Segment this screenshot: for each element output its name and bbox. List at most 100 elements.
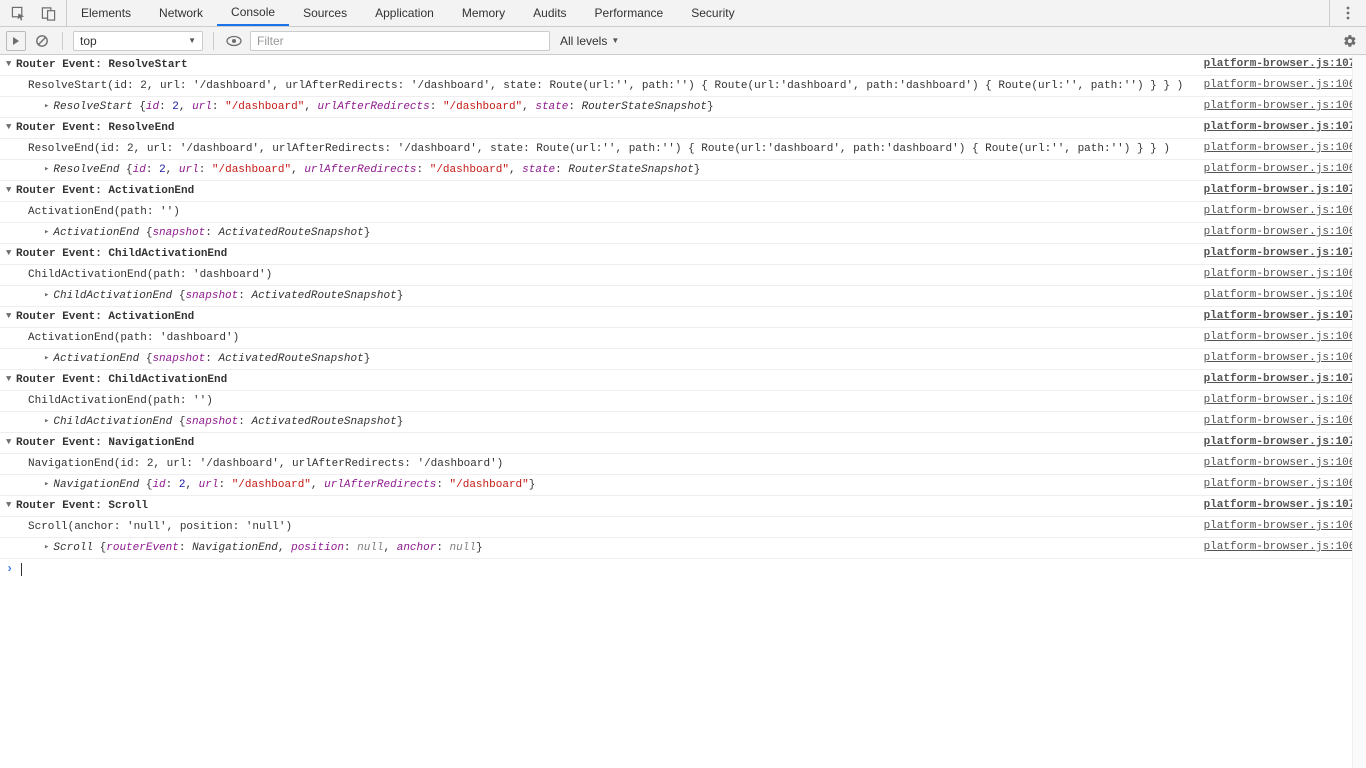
expand-caret-icon[interactable]: ▼: [6, 372, 16, 384]
tab-application[interactable]: Application: [361, 0, 448, 26]
source-link[interactable]: platform-browser.js:1066: [1196, 519, 1362, 532]
console-group-header[interactable]: ▼Router Event: Scrollplatform-browser.js…: [0, 496, 1366, 517]
expand-caret-icon[interactable]: ▼: [6, 498, 16, 510]
source-link[interactable]: platform-browser.js:1066: [1196, 162, 1362, 175]
log-text: ResolveEnd(id: 2, url: '/dashboard', url…: [6, 141, 1196, 157]
source-link[interactable]: platform-browser.js:1066: [1196, 393, 1362, 406]
log-object[interactable]: ActivationEnd {snapshot: ActivatedRouteS…: [6, 225, 1196, 241]
log-text: Scroll(anchor: 'null', position: 'null'): [6, 519, 1196, 535]
tab-security[interactable]: Security: [677, 0, 748, 26]
tab-console[interactable]: Console: [217, 0, 289, 26]
group-title: Router Event: NavigationEnd: [16, 435, 1196, 451]
source-link[interactable]: platform-browser.js:1066: [1196, 351, 1362, 364]
log-object[interactable]: ResolveStart {id: 2, url: "/dashboard", …: [6, 99, 1196, 115]
console-prompt[interactable]: ›: [0, 559, 1366, 579]
log-object[interactable]: ChildActivationEnd {snapshot: ActivatedR…: [6, 414, 1196, 430]
source-link[interactable]: platform-browser.js:1075: [1196, 183, 1362, 196]
console-message: ResolveStart {id: 2, url: "/dashboard", …: [0, 97, 1366, 118]
log-object[interactable]: NavigationEnd {id: 2, url: "/dashboard",…: [6, 477, 1196, 493]
source-link[interactable]: platform-browser.js:1075: [1196, 246, 1362, 259]
console-group-header[interactable]: ▼Router Event: ChildActivationEndplatfor…: [0, 370, 1366, 391]
console-message: ActivationEnd {snapshot: ActivatedRouteS…: [0, 223, 1366, 244]
log-object[interactable]: ChildActivationEnd {snapshot: ActivatedR…: [6, 288, 1196, 304]
source-link[interactable]: platform-browser.js:1066: [1196, 477, 1362, 490]
source-link[interactable]: platform-browser.js:1066: [1196, 204, 1362, 217]
expand-caret-icon[interactable]: ▼: [6, 120, 16, 132]
source-link[interactable]: platform-browser.js:1075: [1196, 57, 1362, 70]
expand-caret-icon[interactable]: ▼: [6, 435, 16, 447]
log-text: ActivationEnd(path: ''): [6, 204, 1196, 220]
source-link[interactable]: platform-browser.js:1066: [1196, 540, 1362, 553]
tab-network[interactable]: Network: [145, 0, 217, 26]
source-link[interactable]: platform-browser.js:1066: [1196, 78, 1362, 91]
tabbar-right-icons: [1329, 0, 1366, 26]
device-toolbar-icon[interactable]: [38, 3, 58, 23]
source-link[interactable]: platform-browser.js:1075: [1196, 435, 1362, 448]
tab-audits[interactable]: Audits: [519, 0, 580, 26]
log-text: ResolveStart(id: 2, url: '/dashboard', u…: [6, 78, 1196, 94]
console-message: ResolveEnd(id: 2, url: '/dashboard', url…: [0, 139, 1366, 160]
expand-caret-icon[interactable]: ▼: [6, 57, 16, 69]
console-message: ChildActivationEnd {snapshot: ActivatedR…: [0, 286, 1366, 307]
source-link[interactable]: platform-browser.js:1075: [1196, 309, 1362, 322]
console-message: ChildActivationEnd(path: 'dashboard')pla…: [0, 265, 1366, 286]
tab-performance[interactable]: Performance: [581, 0, 678, 26]
live-expression-icon[interactable]: [224, 31, 244, 51]
group-title: Router Event: Scroll: [16, 498, 1196, 514]
chevron-down-icon: ▼: [188, 36, 196, 45]
expand-caret-icon[interactable]: ▼: [6, 183, 16, 195]
source-link[interactable]: platform-browser.js:1066: [1196, 456, 1362, 469]
tab-elements[interactable]: Elements: [67, 0, 145, 26]
log-text: ChildActivationEnd(path: ''): [6, 393, 1196, 409]
clear-console-icon[interactable]: [32, 31, 52, 51]
inspect-element-icon[interactable]: [8, 3, 28, 23]
group-title: Router Event: ActivationEnd: [16, 309, 1196, 325]
console-group-header[interactable]: ▼Router Event: ChildActivationEndplatfor…: [0, 244, 1366, 265]
source-link[interactable]: platform-browser.js:1075: [1196, 372, 1362, 385]
source-link[interactable]: platform-browser.js:1066: [1196, 267, 1362, 280]
toggle-sidebar-icon[interactable]: [6, 31, 26, 51]
log-text: ActivationEnd(path: 'dashboard'): [6, 330, 1196, 346]
console-message: ResolveEnd {id: 2, url: "/dashboard", ur…: [0, 160, 1366, 181]
tab-sources[interactable]: Sources: [289, 0, 361, 26]
scrollbar[interactable]: [1352, 55, 1366, 768]
console-message: ResolveStart(id: 2, url: '/dashboard', u…: [0, 76, 1366, 97]
source-link[interactable]: platform-browser.js:1066: [1196, 141, 1362, 154]
console-group-header[interactable]: ▼Router Event: ActivationEndplatform-bro…: [0, 181, 1366, 202]
source-link[interactable]: platform-browser.js:1075: [1196, 498, 1362, 511]
log-object[interactable]: ActivationEnd {snapshot: ActivatedRouteS…: [6, 351, 1196, 367]
expand-caret-icon[interactable]: ▼: [6, 246, 16, 258]
log-object[interactable]: ResolveEnd {id: 2, url: "/dashboard", ur…: [6, 162, 1196, 178]
group-title: Router Event: ActivationEnd: [16, 183, 1196, 199]
log-level-select[interactable]: All levels ▼: [556, 31, 623, 51]
chevron-down-icon: ▼: [611, 36, 619, 45]
source-link[interactable]: platform-browser.js:1075: [1196, 120, 1362, 133]
text-cursor: [21, 563, 22, 576]
tab-memory[interactable]: Memory: [448, 0, 519, 26]
console-output[interactable]: ▼Router Event: ResolveStartplatform-brow…: [0, 55, 1366, 768]
source-link[interactable]: platform-browser.js:1066: [1196, 414, 1362, 427]
console-message: ChildActivationEnd(path: '')platform-bro…: [0, 391, 1366, 412]
source-link[interactable]: platform-browser.js:1066: [1196, 288, 1362, 301]
console-group-header[interactable]: ▼Router Event: ResolveEndplatform-browse…: [0, 118, 1366, 139]
filter-input[interactable]: [250, 31, 550, 51]
console-group-header[interactable]: ▼Router Event: NavigationEndplatform-bro…: [0, 433, 1366, 454]
prompt-chevron-icon: ›: [6, 562, 13, 576]
console-settings-icon[interactable]: [1340, 31, 1360, 51]
kebab-menu-icon[interactable]: [1338, 3, 1358, 23]
console-message: NavigationEnd {id: 2, url: "/dashboard",…: [0, 475, 1366, 496]
log-text: NavigationEnd(id: 2, url: '/dashboard', …: [6, 456, 1196, 472]
source-link[interactable]: platform-browser.js:1066: [1196, 330, 1362, 343]
source-link[interactable]: platform-browser.js:1066: [1196, 99, 1362, 112]
console-message: ActivationEnd(path: 'dashboard')platform…: [0, 328, 1366, 349]
console-group-header[interactable]: ▼Router Event: ActivationEndplatform-bro…: [0, 307, 1366, 328]
devtools-tabbar: ElementsNetworkConsoleSourcesApplication…: [0, 0, 1366, 27]
console-message: NavigationEnd(id: 2, url: '/dashboard', …: [0, 454, 1366, 475]
expand-caret-icon[interactable]: ▼: [6, 309, 16, 321]
console-group-header[interactable]: ▼Router Event: ResolveStartplatform-brow…: [0, 55, 1366, 76]
execution-context-select[interactable]: top ▼: [73, 31, 203, 51]
console-toolbar: top ▼ All levels ▼: [0, 27, 1366, 55]
log-object[interactable]: Scroll {routerEvent: NavigationEnd, posi…: [6, 540, 1196, 556]
source-link[interactable]: platform-browser.js:1066: [1196, 225, 1362, 238]
console-message: ActivationEnd(path: '')platform-browser.…: [0, 202, 1366, 223]
